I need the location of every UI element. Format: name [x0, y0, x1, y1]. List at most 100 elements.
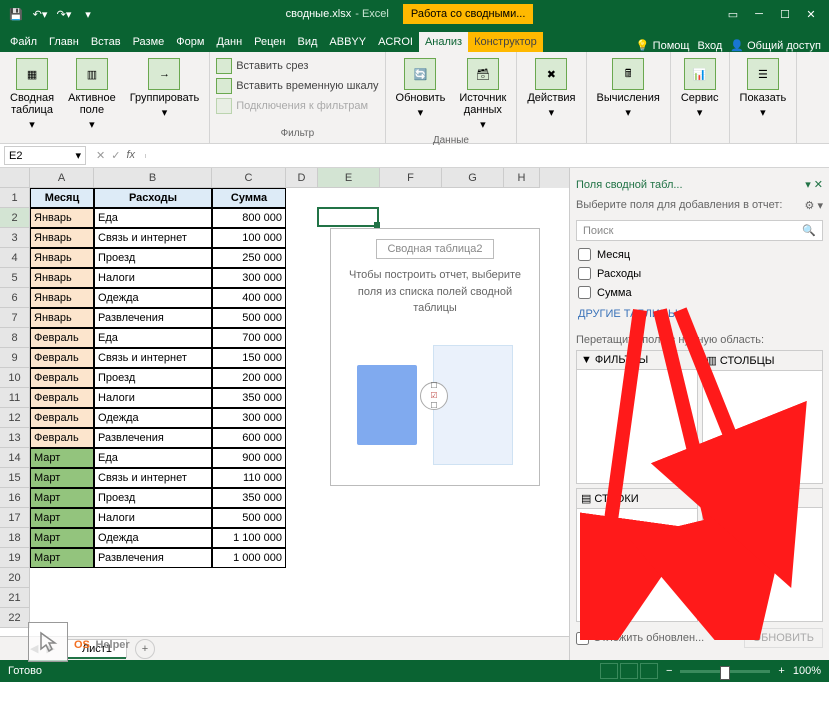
cell[interactable]: 1 000 000	[212, 548, 286, 568]
row-header-16[interactable]: 16	[0, 488, 30, 508]
formula-bar[interactable]	[145, 154, 829, 158]
cell[interactable]: Проезд	[94, 488, 212, 508]
tools-button[interactable]: 📊Сервис▾	[677, 56, 723, 121]
ribbon-options-icon[interactable]: ▭	[721, 4, 745, 24]
field-checkbox[interactable]	[578, 286, 591, 299]
row-header-8[interactable]: 8	[0, 328, 30, 348]
cell[interactable]: Проезд	[94, 248, 212, 268]
cell[interactable]: Налоги	[94, 508, 212, 528]
col-header-B[interactable]: B	[94, 168, 212, 188]
area-rows[interactable]: ▤СТРОКИ	[576, 488, 698, 622]
calculations-button[interactable]: 🖩Вычисления▾	[593, 56, 664, 121]
tab-design[interactable]: Конструктор	[468, 32, 543, 52]
tab-8[interactable]: ACROI	[372, 32, 419, 52]
cell[interactable]: Налоги	[94, 268, 212, 288]
select-all-corner[interactable]	[0, 168, 30, 188]
cell[interactable]: 350 000	[212, 488, 286, 508]
tab-2[interactable]: Разме	[127, 32, 171, 52]
row-header-12[interactable]: 12	[0, 408, 30, 428]
tab-file[interactable]: Файл	[4, 32, 43, 52]
save-icon[interactable]: 💾	[6, 4, 26, 24]
cell[interactable]: Связь и интернет	[94, 348, 212, 368]
field-checkbox[interactable]	[578, 267, 591, 280]
cell[interactable]: 500 000	[212, 308, 286, 328]
undo-icon[interactable]: ↶▾	[30, 4, 50, 24]
field-0[interactable]: Месяц	[576, 245, 823, 264]
cell[interactable]: 300 000	[212, 268, 286, 288]
view-page-layout-icon[interactable]	[620, 663, 638, 679]
cell[interactable]: Февраль	[30, 348, 94, 368]
col-header-C[interactable]: C	[212, 168, 286, 188]
cell[interactable]: Еда	[94, 208, 212, 228]
row-header-22[interactable]: 22	[0, 608, 30, 628]
tab-4[interactable]: Данн	[210, 32, 248, 52]
fx-icon[interactable]: fx	[126, 149, 135, 162]
worksheet-grid[interactable]: ABCDEFGH 1234567891011121314151617181920…	[0, 168, 569, 660]
cell[interactable]: Одежда	[94, 408, 212, 428]
gear-icon[interactable]: ⚙ ▾	[805, 199, 823, 212]
add-sheet-button[interactable]: +	[135, 639, 155, 659]
cell[interactable]: 900 000	[212, 448, 286, 468]
row-header-15[interactable]: 15	[0, 468, 30, 488]
zoom-level[interactable]: 100%	[793, 665, 821, 677]
cell[interactable]: Связь и интернет	[94, 468, 212, 488]
cell[interactable]: Март	[30, 528, 94, 548]
pivot-table-placeholder[interactable]: Сводная таблица2 Чтобы построить отчет, …	[330, 228, 540, 486]
minimize-icon[interactable]: ─	[747, 4, 771, 24]
other-tables-link[interactable]: ДРУГИЕ ТАБЛИЦЫ...	[576, 302, 823, 326]
row-header-1[interactable]: 1	[0, 188, 30, 208]
cell[interactable]: Сумма	[212, 188, 286, 208]
active-field-button[interactable]: ▥Активное поле▾	[64, 56, 120, 133]
cell[interactable]: Еда	[94, 328, 212, 348]
cell[interactable]: Январь	[30, 288, 94, 308]
cell[interactable]: 1 100 000	[212, 528, 286, 548]
tab-3[interactable]: Форм	[170, 32, 210, 52]
tab-1[interactable]: Встав	[85, 32, 127, 52]
area-filters[interactable]: ▼ФИЛЬТРЫ	[576, 350, 698, 484]
cell[interactable]: Одежда	[94, 528, 212, 548]
cell[interactable]: 800 000	[212, 208, 286, 228]
cell[interactable]: Март	[30, 448, 94, 468]
row-header-3[interactable]: 3	[0, 228, 30, 248]
row-header-5[interactable]: 5	[0, 268, 30, 288]
cell[interactable]: 150 000	[212, 348, 286, 368]
row-header-4[interactable]: 4	[0, 248, 30, 268]
cell[interactable]: 250 000	[212, 248, 286, 268]
field-2[interactable]: Сумма	[576, 283, 823, 302]
cell[interactable]: Развлечения	[94, 548, 212, 568]
cell[interactable]: 200 000	[212, 368, 286, 388]
cell[interactable]: Март	[30, 508, 94, 528]
cell[interactable]: 350 000	[212, 388, 286, 408]
cell[interactable]: Связь и интернет	[94, 228, 212, 248]
col-header-A[interactable]: A	[30, 168, 94, 188]
tab-analyze[interactable]: Анализ	[419, 32, 468, 52]
area-columns[interactable]: ▥СТОЛБЦЫ	[702, 350, 824, 484]
cell[interactable]: Расходы	[94, 188, 212, 208]
view-normal-icon[interactable]	[600, 663, 618, 679]
field-checkbox[interactable]	[578, 248, 591, 261]
row-header-17[interactable]: 17	[0, 508, 30, 528]
pane-dropdown-icon[interactable]: ▾	[805, 179, 811, 191]
cell[interactable]: Январь	[30, 268, 94, 288]
cell[interactable]: Развлечения	[94, 308, 212, 328]
cell[interactable]: 400 000	[212, 288, 286, 308]
share-button[interactable]: 👤 Общий доступ	[730, 39, 821, 52]
tab-0[interactable]: Главн	[43, 32, 85, 52]
row-header-2[interactable]: 2	[0, 208, 30, 228]
redo-icon[interactable]: ↷▾	[54, 4, 74, 24]
zoom-slider[interactable]	[680, 670, 770, 673]
cell[interactable]: Февраль	[30, 328, 94, 348]
row-header-20[interactable]: 20	[0, 568, 30, 588]
pane-close-icon[interactable]: ✕	[814, 179, 823, 191]
cell[interactable]: Одежда	[94, 288, 212, 308]
cell[interactable]: Январь	[30, 248, 94, 268]
cell[interactable]: Март	[30, 488, 94, 508]
group-button[interactable]: →Группировать▾	[126, 56, 204, 133]
cell[interactable]: Март	[30, 468, 94, 488]
cell[interactable]: Февраль	[30, 408, 94, 428]
cell[interactable]: 100 000	[212, 228, 286, 248]
row-header-7[interactable]: 7	[0, 308, 30, 328]
cell[interactable]: Январь	[30, 228, 94, 248]
cell[interactable]: Еда	[94, 448, 212, 468]
row-header-18[interactable]: 18	[0, 528, 30, 548]
